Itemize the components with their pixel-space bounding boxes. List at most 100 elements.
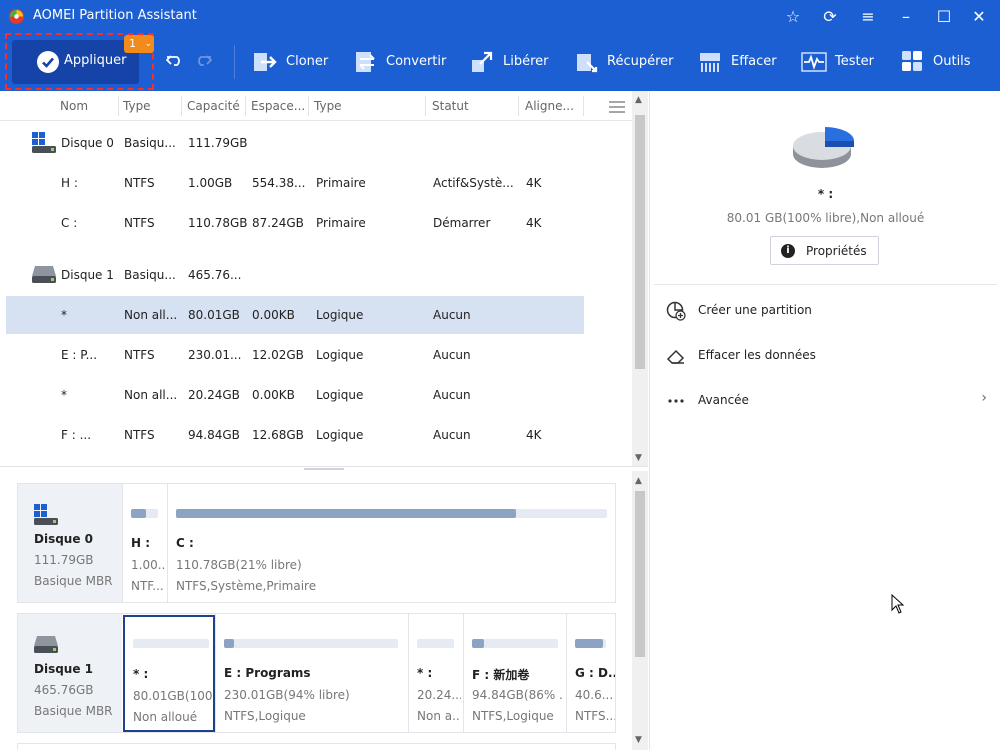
- chevron-right-icon: ›: [981, 390, 987, 406]
- apply-button[interactable]: Appliquer: [12, 40, 139, 84]
- convert-button[interactable]: Convertir: [353, 50, 446, 74]
- column-header-type[interactable]: Type: [123, 99, 151, 113]
- column-divider[interactable]: [308, 96, 309, 116]
- star-icon[interactable]: ☆: [780, 4, 806, 29]
- column-header-capacity[interactable]: Capacité: [187, 99, 240, 113]
- row-name: E : P...: [61, 348, 98, 362]
- row-capacity: 111.79GB: [188, 136, 248, 150]
- undo-icon[interactable]: [166, 53, 184, 69]
- menu-icon[interactable]: ≡: [855, 4, 881, 29]
- row-type: NTFS: [124, 216, 155, 230]
- maximize-icon[interactable]: ☐: [931, 4, 957, 29]
- minimize-icon[interactable]: –: [893, 4, 919, 29]
- partition-block[interactable]: H : 1.00... NTF...: [122, 484, 167, 602]
- test-button[interactable]: Tester: [801, 50, 876, 74]
- row-partition-type: Primaire: [316, 216, 366, 230]
- row-status: Aucun: [433, 428, 471, 442]
- column-divider[interactable]: [425, 96, 426, 116]
- wipe-label: Effacer: [731, 54, 777, 69]
- disk-size: 111.79GB: [34, 553, 94, 567]
- partition-row[interactable]: H : NTFS 1.00GB 554.38... Primaire Actif…: [6, 164, 584, 202]
- chevron-down-icon: ⌄: [144, 39, 152, 49]
- column-divider[interactable]: [181, 96, 182, 116]
- tools-button[interactable]: Outils: [901, 50, 976, 74]
- scroll-up-icon[interactable]: ▲: [635, 476, 642, 486]
- row-capacity: 110.78GB: [188, 216, 248, 230]
- row-free-space: 554.38...: [252, 176, 306, 190]
- scroll-down-icon[interactable]: ▼: [635, 735, 642, 745]
- free-up-button[interactable]: Libérer: [470, 50, 550, 74]
- close-icon[interactable]: ✕: [966, 4, 992, 29]
- partition-block[interactable]: * : 20.24... Non a...: [408, 614, 463, 732]
- redo-icon[interactable]: [194, 53, 212, 69]
- partition-block[interactable]: C : 110.78GB(21% libre) NTFS,Système,Pri…: [167, 484, 615, 602]
- row-free-space: 87.24GB: [252, 216, 304, 230]
- wipe-data-action[interactable]: Effacer les données: [650, 339, 1000, 371]
- column-divider[interactable]: [518, 96, 519, 116]
- column-divider[interactable]: [245, 96, 246, 116]
- free-up-icon: [472, 51, 493, 72]
- column-header-status[interactable]: Statut: [432, 99, 469, 113]
- column-divider[interactable]: [583, 96, 584, 116]
- partition-size: 110.78GB(21% libre): [176, 558, 302, 572]
- properties-button[interactable]: i Propriétés: [770, 236, 879, 265]
- disk-icon: [34, 504, 58, 525]
- column-header-name[interactable]: Nom: [60, 99, 88, 113]
- usage-bar-fill: [176, 509, 517, 518]
- pending-count: 1: [129, 37, 136, 50]
- partition-row[interactable]: C : NTFS 110.78GB 87.24GB Primaire Démar…: [6, 204, 584, 242]
- scroll-up-icon[interactable]: ▲: [635, 95, 642, 105]
- partition-row[interactable]: F : ... NTFS 94.84GB 12.68GB Logique Auc…: [6, 416, 584, 454]
- clone-button[interactable]: Cloner: [253, 50, 333, 74]
- partition-block[interactable]: G : D... 40.6... NTFS...: [566, 614, 615, 732]
- toolbar: Appliquer 1 ⌄ Cloner Convertir Libérer Ré…: [0, 33, 1000, 91]
- recover-button[interactable]: Récupérer: [575, 50, 675, 74]
- disk-info-panel[interactable]: Disque 0 111.79GB Basique MBR: [18, 484, 122, 602]
- usage-bar: [133, 639, 209, 648]
- row-free-space: 0.00KB: [252, 308, 295, 322]
- refresh-icon[interactable]: ⟳: [817, 4, 843, 29]
- diskmap-scrollbar[interactable]: ▲ ▼: [632, 471, 648, 750]
- create-partition-action[interactable]: Créer une partition: [650, 294, 1000, 326]
- pane-divider: [0, 466, 648, 467]
- column-divider[interactable]: [118, 96, 119, 116]
- convert-icon: [356, 52, 375, 72]
- row-status: Démarrer: [433, 216, 491, 230]
- wipe-button[interactable]: Effacer: [698, 50, 778, 74]
- scrollbar-thumb[interactable]: [635, 491, 645, 657]
- splitter-handle[interactable]: [304, 468, 344, 470]
- create-partition-icon: [666, 301, 686, 321]
- column-header-partition-type[interactable]: Type: [314, 99, 342, 113]
- row-type: NTFS: [124, 348, 155, 362]
- column-header-alignment[interactable]: Aligne...: [525, 99, 574, 113]
- table-scrollbar[interactable]: ▲ ▼: [632, 91, 648, 467]
- partition-name: H :: [131, 536, 151, 550]
- pie-chart-icon: [793, 127, 854, 168]
- partition-size: 40.6...: [575, 688, 614, 702]
- partition-name: * :: [417, 666, 433, 680]
- disk-row[interactable]: Disque 0 Basiqu... 111.79GB: [6, 124, 584, 162]
- column-header-free-space[interactable]: Espace...: [251, 99, 305, 113]
- partition-block-selected[interactable]: * : 80.01GB(100... Non alloué: [123, 615, 215, 732]
- partition-row-selected[interactable]: * Non all... 80.01GB 0.00KB Logique Aucu…: [6, 296, 584, 334]
- partition-name: E : Programs: [224, 666, 311, 680]
- column-settings-icon[interactable]: [608, 100, 626, 114]
- scroll-down-icon[interactable]: ▼: [635, 453, 642, 463]
- row-capacity: 1.00GB: [188, 176, 233, 190]
- row-type: Non all...: [124, 308, 178, 322]
- panel-divider: [654, 284, 997, 285]
- advanced-action[interactable]: Avancée ›: [650, 384, 1000, 416]
- disk-row[interactable]: Disque 1 Basiqu... 465.76...: [6, 256, 584, 294]
- operations-panel: * : 80.01 GB(100% libre),Non alloué i Pr…: [649, 91, 1000, 750]
- partition-block[interactable]: E : Programs 230.01GB(94% libre) NTFS,Lo…: [215, 614, 408, 732]
- partition-row[interactable]: * Non all... 20.24GB 0.00KB Logique Aucu…: [6, 376, 584, 414]
- row-status: Aucun: [433, 348, 471, 362]
- partition-block[interactable]: F : 新加卷 94.84GB(86% ... NTFS,Logique: [463, 614, 566, 732]
- pending-operations-badge[interactable]: 1 ⌄: [124, 35, 154, 53]
- disk-map-disk-1: Disque 1 465.76GB Basique MBR * : 80.01G…: [17, 613, 616, 733]
- scrollbar-thumb[interactable]: [635, 115, 645, 369]
- disk-info-panel[interactable]: Disque 1 465.76GB Basique MBR: [18, 614, 122, 732]
- partition-row[interactable]: E : P... NTFS 230.01... 12.02GB Logique …: [6, 336, 584, 374]
- selected-partition-name: * :: [817, 187, 834, 201]
- partition-name: G : D...: [575, 666, 615, 680]
